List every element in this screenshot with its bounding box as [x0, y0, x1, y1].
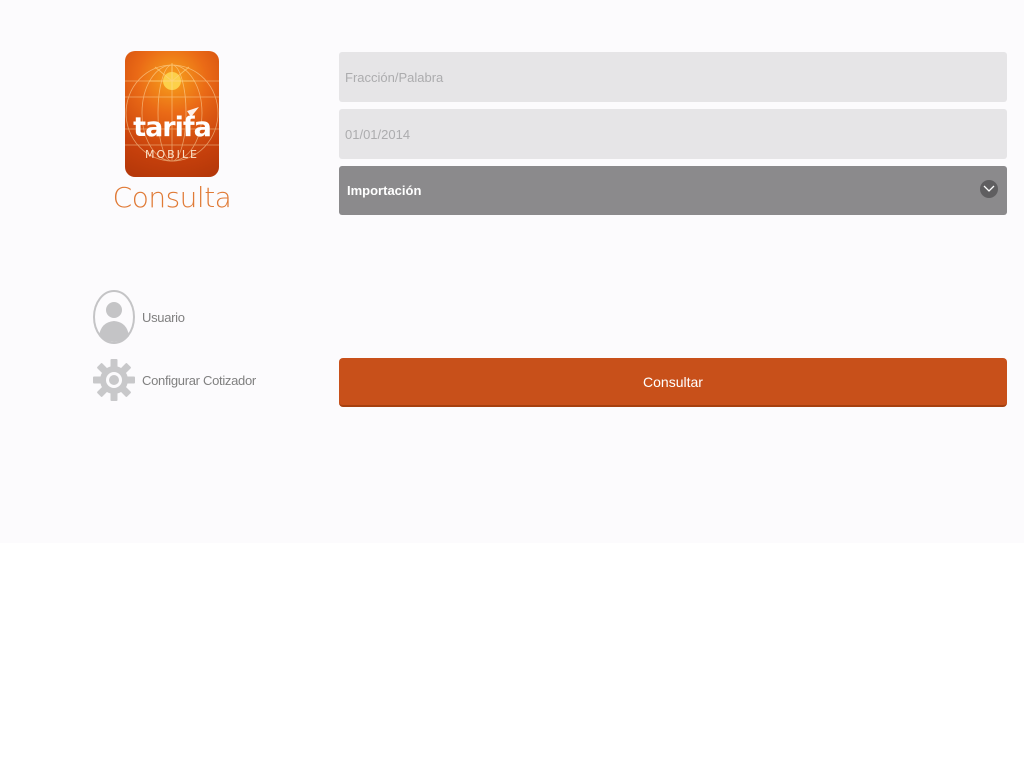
user-avatar-icon	[92, 290, 136, 344]
page-title: Consulta	[112, 181, 232, 214]
date-input[interactable]	[339, 109, 1007, 159]
gear-icon	[92, 353, 136, 407]
logo-subtitle: MOBILE	[144, 148, 200, 161]
logo-wordmark: tarifa	[133, 112, 212, 143]
consultar-button[interactable]: Consultar	[339, 358, 1007, 407]
fraccion-palabra-input[interactable]	[339, 52, 1007, 102]
sidebar-item-label: Configurar Cotizador	[142, 372, 256, 388]
sidebar-item-usuario[interactable]: Usuario	[92, 290, 185, 344]
sidebar-item-label: Usuario	[142, 309, 185, 325]
select-value: Importación	[347, 183, 422, 198]
app-screen: tarifa MOBILE Consulta Usuario Configura…	[0, 0, 1024, 543]
sidebar-item-configurar-cotizador[interactable]: Configurar Cotizador	[92, 353, 256, 407]
operation-type-select[interactable]: Importación	[339, 166, 1007, 215]
chevron-down-icon	[980, 180, 998, 198]
tarifa-mobile-logo: tarifa MOBILE	[125, 51, 219, 177]
